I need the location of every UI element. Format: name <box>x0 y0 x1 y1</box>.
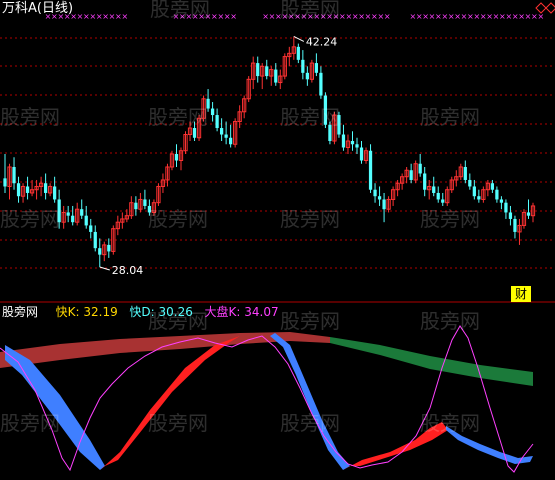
signal-marker: × <box>121 12 128 21</box>
candle <box>183 131 188 154</box>
watermark-text: 股旁网 <box>148 411 208 435</box>
candle-body <box>409 170 413 180</box>
watermark-text: 股旁网 <box>420 411 480 435</box>
candle-body <box>355 144 359 148</box>
badge: 财 <box>511 286 531 302</box>
candle-body <box>89 225 93 232</box>
candle-body <box>526 212 531 216</box>
watermark-text: 股旁网 <box>420 207 480 231</box>
watermark-text: 股旁网 <box>420 309 480 333</box>
candle <box>156 183 161 206</box>
candle-body <box>301 59 305 73</box>
indicator-name: 股旁网 <box>2 305 39 319</box>
chart-title: 万科A(日线) <box>2 2 73 16</box>
low-price-label: 28.04 <box>112 264 143 277</box>
candle-body <box>274 69 278 83</box>
candle-body <box>43 183 48 193</box>
candle-body <box>373 189 377 197</box>
candle-body <box>382 199 386 210</box>
candle-body <box>504 202 508 213</box>
candle-body <box>418 163 422 174</box>
candle-body <box>192 128 197 138</box>
candle-body <box>80 209 84 216</box>
candle-body <box>341 134 346 148</box>
candle <box>282 53 287 80</box>
candle-body <box>66 212 70 216</box>
watermark-text: 股旁网 <box>280 411 340 435</box>
candle-body <box>441 199 445 203</box>
candle <box>413 160 418 184</box>
candle <box>111 225 116 255</box>
candle-body <box>174 154 179 161</box>
watermark-text: 股旁网 <box>0 105 60 129</box>
candle-body <box>143 199 147 206</box>
candle-body <box>436 192 440 200</box>
watermark-text: 股旁网 <box>420 105 480 129</box>
watermark-text: 股旁网 <box>0 411 60 435</box>
candle-body <box>224 134 228 138</box>
signal-marker: × <box>230 12 237 21</box>
candle-body <box>319 72 323 96</box>
candle <box>368 144 373 193</box>
candle-body <box>499 199 504 203</box>
stock-chart: × × × × × × × × × × × × × × × × × × × × × × × × × × × × × × × × × × × × × × × ×… <box>0 0 555 480</box>
candle-body <box>490 183 495 190</box>
candle-body <box>377 196 382 200</box>
indicator-legend: 股旁网 快K: 32.19 快D: 30.26 大盘K: 34.07 <box>2 305 279 319</box>
candle-body <box>472 186 476 197</box>
candle <box>169 150 175 171</box>
candle-body <box>98 248 102 255</box>
candle-body <box>350 141 355 145</box>
candle <box>246 76 251 103</box>
candle-body <box>12 166 16 184</box>
legend-bigK: 大盘K: 34.07 <box>204 305 279 319</box>
candle-body <box>423 173 427 190</box>
candle-body <box>265 66 269 77</box>
candle-body <box>508 212 513 219</box>
candle-body <box>219 128 224 135</box>
candle-body <box>359 147 364 161</box>
candle-body <box>477 196 481 200</box>
watermark-text: 股旁网 <box>280 309 340 333</box>
candle-body <box>256 63 260 77</box>
candle <box>445 186 450 206</box>
candle-body <box>314 63 319 73</box>
candle-body <box>71 215 75 223</box>
watermark-text: 股旁网 <box>280 0 340 21</box>
candle <box>309 59 314 83</box>
candle-body <box>432 186 436 193</box>
watermark-text: 股旁网 <box>148 105 208 129</box>
candle-body <box>215 115 219 129</box>
candle-body <box>513 218 517 232</box>
watermark-text: 股旁网 <box>0 207 60 231</box>
candle-body <box>468 179 472 187</box>
candle-body <box>93 231 97 249</box>
candle-body <box>210 108 215 116</box>
candle-body <box>463 166 467 180</box>
candle-body <box>3 178 7 187</box>
high-price-label: 42.24 <box>306 35 338 48</box>
candle-body <box>25 186 30 193</box>
candle-body <box>84 215 88 226</box>
watermark-text: 股旁网 <box>280 105 340 129</box>
candle-body <box>53 186 57 200</box>
watermark-text: 股旁网 <box>280 207 340 231</box>
watermark-text: 股旁网 <box>148 207 208 231</box>
candle <box>233 118 238 148</box>
candle-body <box>107 244 111 252</box>
candle-body <box>368 150 373 190</box>
candle-body <box>296 46 300 60</box>
legend-fastD: 快D: 30.26 <box>129 305 193 319</box>
candle-body <box>134 202 138 210</box>
candle <box>521 209 527 229</box>
candle-body <box>305 72 309 80</box>
candle-body <box>495 189 499 200</box>
badge-text: 财 <box>514 287 527 301</box>
chart-title-text: 万科A(日线) <box>2 1 74 16</box>
watermark-text: 股旁网 <box>150 0 210 21</box>
candle-body <box>16 183 21 197</box>
candle-body <box>229 137 233 145</box>
signal-marker: × <box>384 12 391 21</box>
legend-fastK: 快K: 32.19 <box>55 305 118 319</box>
